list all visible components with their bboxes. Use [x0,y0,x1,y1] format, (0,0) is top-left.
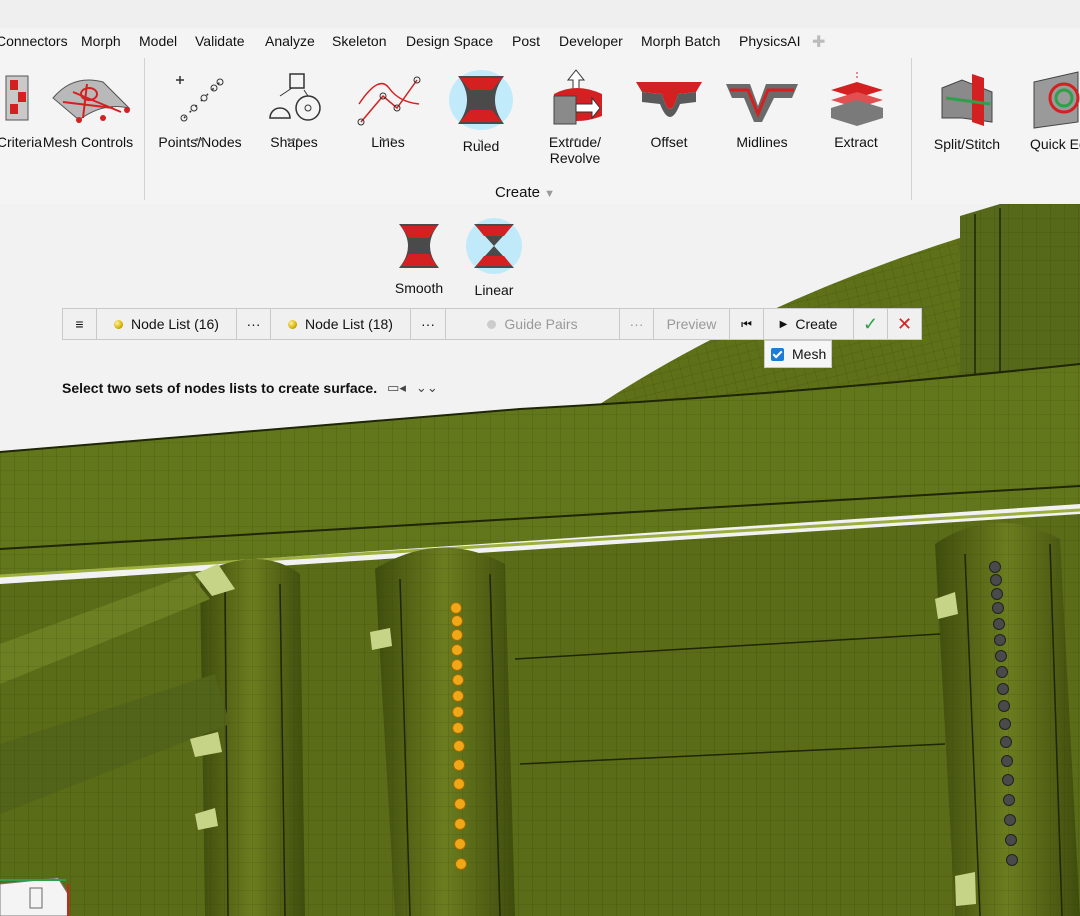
mesh-option-popup: Mesh [764,340,832,368]
hamburger-menu-button[interactable]: ≡ [63,309,97,339]
ribbon-group-create[interactable]: Create ▼ [470,184,580,201]
menu-developer[interactable]: Developer [559,33,623,49]
subtool-smooth[interactable]: Smooth [384,212,454,296]
tool-split-stitch[interactable]: Split/Stitch [919,54,1015,152]
menu-analyze[interactable]: Analyze [265,33,315,49]
split-stitch-icon [941,74,993,126]
points-nodes-icon [176,76,224,122]
tool-extract-label: Extract [834,134,878,150]
shapes-icon [269,73,321,121]
node-list-1-label: Node List (16) [131,316,219,332]
exit-button[interactable]: ✕ [888,309,921,339]
add-tab-icon[interactable]: ✚ [812,32,825,52]
ruled-icon [449,70,513,130]
guide-pairs-selector[interactable]: Guide Pairs [446,309,620,339]
midlines-icon [726,84,798,122]
more-dots-icon: ··· [421,316,435,332]
mesh-controls-icon [52,79,131,123]
tool-extract[interactable]: Extract [808,54,904,150]
tool-offset-label: Offset [650,134,688,150]
node-list-2-label: Node List (18) [305,316,393,332]
title-strip [0,0,1080,28]
quick-edit-icon [1033,71,1080,129]
close-icon: ✕ [896,313,913,334]
tool-menu-dots: ••• [286,134,302,146]
tool-lines[interactable]: ••• Lines [340,54,436,150]
play-icon: ▶ [779,318,788,330]
subtool-smooth-label: Smooth [394,280,444,296]
tool-quick-edit[interactable]: Quick Ed [1018,54,1080,152]
hamburger-icon: ≡ [75,316,84,332]
triangle-down-icon: ▼ [544,188,556,200]
more-dots-icon: ··· [246,316,261,332]
preview-button[interactable]: Preview [654,309,730,339]
node-selector-icon [487,319,497,329]
node-list-2-options-button[interactable]: ··· [411,309,446,339]
node-list-1-options-button[interactable]: ··· [237,309,271,339]
double-chevron-down-icon[interactable]: ⌄⌄ [416,380,438,396]
criteria-icon [5,75,29,121]
ribbon-separator [911,58,912,200]
ribbon-separator [144,58,145,200]
extract-icon [831,72,883,126]
create-button[interactable]: ▶ Create [764,309,854,339]
menu-skeleton[interactable]: Skeleton [332,33,386,49]
chevron-down-icon: ⌄ [475,133,487,145]
reset-button[interactable]: ⏮ [730,309,764,339]
menu-post[interactable]: Post [512,33,540,49]
tool-ruled[interactable]: ⌄ Ruled [433,54,529,154]
node-selector-icon [114,319,124,329]
lines-icon [357,76,421,126]
tool-midlines[interactable]: Midlines [714,54,810,150]
offset-icon [636,82,702,117]
tool-offset[interactable]: Offset [621,54,717,150]
menu-physicsai[interactable]: PhysicsAI [739,33,800,49]
node-list-1-selector[interactable]: Node List (16) [97,309,237,339]
node-selector-icon [288,319,298,329]
tool-shapes[interactable]: ••• Shapes [246,54,342,150]
menu-design-space[interactable]: Design Space [406,33,493,49]
skip-back-icon: ⏮ [741,316,752,331]
node-list-2-selector[interactable]: Node List (18) [271,309,411,339]
mesh-checkbox-label: Mesh [792,346,827,362]
linear-icon [466,218,522,274]
ribbon: Criteria Mesh Controls •• Points/Nodes • [0,54,1080,204]
ribbon-group-label: Create [494,184,540,201]
graphics-viewport[interactable]: Smooth Linear ≡ Node List (16) ··· Node … [0,204,1080,916]
tool-mesh-controls-label: Mesh Controls [42,134,134,150]
menu-morph[interactable]: Morph [81,33,121,49]
tool-quick-edit-label: Quick Ed [1030,136,1080,152]
tool-extrude-revolve[interactable]: •• Extrude/ Revolve [527,54,623,166]
tool-menu-dots: •• [195,134,205,146]
tool-points-nodes[interactable]: •• Points/Nodes [152,54,248,150]
tool-midlines-label: Midlines [736,134,788,150]
tool-mesh-controls[interactable]: Mesh Controls [40,54,136,150]
mesh-checkbox[interactable] [771,347,784,361]
create-label: Create [795,316,838,332]
extrude-revolve-icon [553,69,602,125]
tool-menu-dots: •• [570,134,580,146]
guide-pairs-label: Guide Pairs [504,316,578,332]
smooth-icon [399,224,439,268]
menu-connectors[interactable]: Connectors [0,33,68,49]
menu-model[interactable]: Model [139,33,177,49]
menu-validate[interactable]: Validate [195,33,245,49]
status-text: Select two sets of nodes lists to create… [62,380,378,396]
apply-button[interactable]: ✓ [854,309,888,339]
view-cube-icon[interactable] [0,877,69,916]
more-dots-icon: ··· [629,316,644,332]
subtool-linear[interactable]: Linear [459,212,529,298]
guide-bar: ≡ Node List (16) ··· Node List (18) ··· … [62,308,922,340]
video-icon[interactable]: ▭◂ [387,380,406,396]
status-message: Select two sets of nodes lists to create… [62,380,438,396]
tool-menu-dots: ••• [380,134,396,146]
guide-pairs-options-button[interactable]: ··· [620,309,654,339]
checkmark-icon: ✓ [862,313,879,334]
subtool-linear-label: Linear [474,282,514,298]
tool-split-stitch-label: Split/Stitch [933,136,1001,152]
menu-morph-batch[interactable]: Morph Batch [641,33,720,49]
preview-label: Preview [666,316,717,332]
menu-bar: Connectors Morph Model Validate Analyze … [0,28,1080,54]
